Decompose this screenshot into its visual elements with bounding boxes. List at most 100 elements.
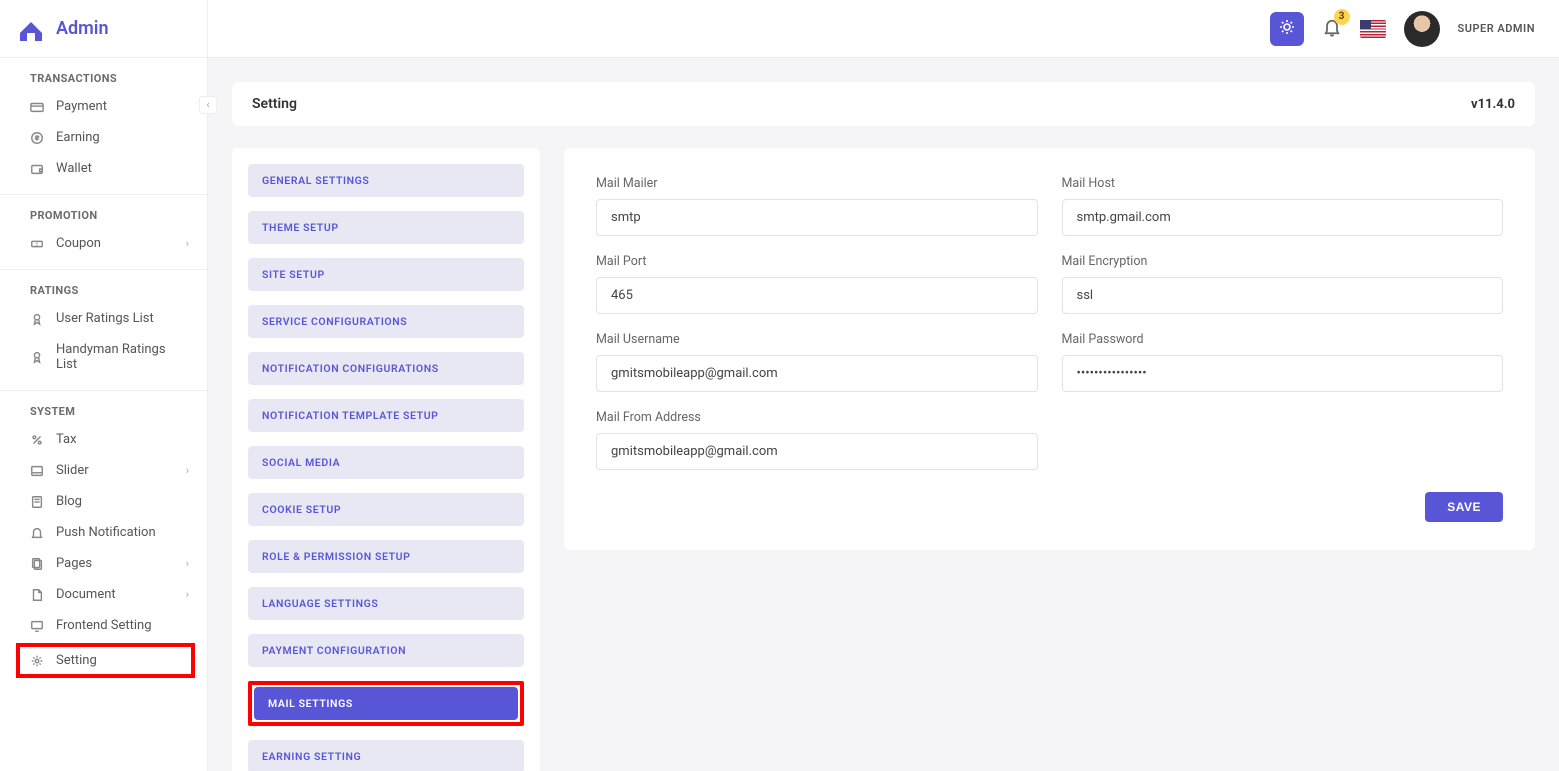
sidebar-item-slider[interactable]: Slider › xyxy=(0,455,207,486)
language-flag-button[interactable] xyxy=(1360,20,1386,38)
nav-section-title: RATINGS xyxy=(0,270,207,303)
tab-earning-setting[interactable]: EARNING SETTING xyxy=(248,740,524,771)
form-group-mail-username: Mail Username xyxy=(596,332,1038,392)
sidebar-item-document[interactable]: Document › xyxy=(0,579,207,610)
coupon-icon xyxy=(30,237,44,251)
sidebar-item-wallet[interactable]: Wallet xyxy=(0,153,207,184)
sidebar-item-label: Push Notification xyxy=(56,525,156,540)
input-mail-username[interactable] xyxy=(596,355,1038,392)
percent-icon xyxy=(30,433,44,447)
sidebar-item-label: Payment xyxy=(56,99,107,114)
sidebar-item-label: Slider xyxy=(56,463,89,478)
main-content: Setting v11.4.0 GENERAL SETTINGS THEME S… xyxy=(208,58,1559,771)
topbar: 3 SUPER ADMIN xyxy=(208,0,1559,58)
form-group-mail-port: Mail Port xyxy=(596,254,1038,314)
label-mail-host: Mail Host xyxy=(1062,176,1504,191)
sidebar-item-label: Earning xyxy=(56,130,100,145)
input-mail-port[interactable] xyxy=(596,277,1038,314)
sidebar-collapse-button[interactable]: ‹ xyxy=(199,96,217,114)
sidebar-item-setting[interactable]: Setting xyxy=(16,643,195,678)
notification-badge: 3 xyxy=(1334,9,1350,25)
badge-icon xyxy=(30,350,44,364)
sidebar-item-push-notification[interactable]: Push Notification xyxy=(0,517,207,548)
input-mail-host[interactable] xyxy=(1062,199,1504,236)
sidebar-item-coupon[interactable]: Coupon › xyxy=(0,228,207,259)
tab-role-permission[interactable]: ROLE & PERMISSION SETUP xyxy=(248,540,524,573)
avatar[interactable] xyxy=(1404,11,1440,47)
settings-tabs: GENERAL SETTINGS THEME SETUP SITE SETUP … xyxy=(232,148,540,771)
sidebar-item-handyman-ratings[interactable]: Handyman Ratings List xyxy=(0,334,207,380)
sidebar-header: Admin xyxy=(0,0,207,58)
sidebar-item-label: Blog xyxy=(56,494,82,509)
sidebar-item-label: Pages xyxy=(56,556,92,571)
input-mail-from[interactable] xyxy=(596,433,1038,470)
tab-site-setup[interactable]: SITE SETUP xyxy=(248,258,524,291)
gear-icon xyxy=(30,654,44,668)
sidebar-item-label: User Ratings List xyxy=(56,311,154,326)
sidebar-item-label: Handyman Ratings List xyxy=(56,342,166,372)
notification-button[interactable]: 3 xyxy=(1322,17,1342,41)
form-group-mail-password: Mail Password xyxy=(1062,332,1504,392)
wallet-icon xyxy=(30,162,44,176)
chevron-right-icon: › xyxy=(186,464,189,477)
nav-section-title: PROMOTION xyxy=(0,195,207,228)
chevron-right-icon: › xyxy=(186,588,189,601)
label-mail-encryption: Mail Encryption xyxy=(1062,254,1504,269)
sidebar-item-payment[interactable]: Payment xyxy=(0,91,207,122)
tab-general-settings[interactable]: GENERAL SETTINGS xyxy=(248,164,524,197)
nav-section-ratings: RATINGS User Ratings List Handyman Ratin… xyxy=(0,270,207,391)
page-header: Setting v11.4.0 xyxy=(232,82,1535,126)
highlight-box: MAIL SETTINGS xyxy=(248,681,524,726)
brand-name: Admin xyxy=(56,18,109,39)
tab-mail-settings[interactable]: MAIL SETTINGS xyxy=(254,687,518,720)
label-mail-password: Mail Password xyxy=(1062,332,1504,347)
tab-notification-configurations[interactable]: NOTIFICATION CONFIGURATIONS xyxy=(248,352,524,385)
nav-section-title: SYSTEM xyxy=(0,391,207,424)
sidebar-item-earning[interactable]: Earning xyxy=(0,122,207,153)
label-mail-mailer: Mail Mailer xyxy=(596,176,1038,191)
pages-icon xyxy=(30,557,44,571)
nav-section-transactions: TRANSACTIONS Payment Earning Wallet xyxy=(0,58,207,195)
nav-section-system: SYSTEM Tax Slider › Blog Push Notificati… xyxy=(0,391,207,690)
form-group-mail-from: Mail From Address xyxy=(596,410,1038,470)
sidebar-item-frontend-setting[interactable]: Frontend Setting xyxy=(0,610,207,641)
badge-icon xyxy=(30,312,44,326)
card-icon xyxy=(30,100,44,114)
monitor-icon xyxy=(30,619,44,633)
sidebar-item-tax[interactable]: Tax xyxy=(0,424,207,455)
document-icon xyxy=(30,588,44,602)
input-mail-encryption[interactable] xyxy=(1062,277,1504,314)
tab-service-configurations[interactable]: SERVICE CONFIGURATIONS xyxy=(248,305,524,338)
save-button[interactable]: SAVE xyxy=(1425,492,1503,522)
tab-theme-setup[interactable]: THEME SETUP xyxy=(248,211,524,244)
bell-icon xyxy=(30,526,44,540)
bell-icon xyxy=(1322,25,1342,41)
sidebar-item-pages[interactable]: Pages › xyxy=(0,548,207,579)
sidebar-item-label: Setting xyxy=(56,653,97,668)
label-mail-from: Mail From Address xyxy=(596,410,1038,425)
sidebar-item-label: Tax xyxy=(56,432,77,447)
tab-payment-configuration[interactable]: PAYMENT CONFIGURATION xyxy=(248,634,524,667)
tab-social-media[interactable]: SOCIAL MEDIA xyxy=(248,446,524,479)
blog-icon xyxy=(30,495,44,509)
tab-language-settings[interactable]: LANGUAGE SETTINGS xyxy=(248,587,524,620)
sidebar-item-label: Frontend Setting xyxy=(56,618,152,633)
version-label: v11.4.0 xyxy=(1471,97,1515,112)
sidebar-item-blog[interactable]: Blog xyxy=(0,486,207,517)
tab-notification-template[interactable]: NOTIFICATION TEMPLATE SETUP xyxy=(248,399,524,432)
chevron-right-icon: › xyxy=(186,557,189,570)
input-mail-mailer[interactable] xyxy=(596,199,1038,236)
dollar-icon xyxy=(30,131,44,145)
form-group-mail-host: Mail Host xyxy=(1062,176,1504,236)
user-name[interactable]: SUPER ADMIN xyxy=(1458,22,1536,35)
sidebar-item-user-ratings[interactable]: User Ratings List xyxy=(0,303,207,334)
sidebar: Admin TRANSACTIONS Payment Earning Walle… xyxy=(0,0,208,771)
sidebar-item-label: Coupon xyxy=(56,236,101,251)
label-mail-port: Mail Port xyxy=(596,254,1038,269)
input-mail-password[interactable] xyxy=(1062,355,1504,392)
tab-cookie-setup[interactable]: COOKIE SETUP xyxy=(248,493,524,526)
form-actions: SAVE xyxy=(596,492,1503,522)
theme-toggle-button[interactable] xyxy=(1270,12,1304,46)
label-mail-username: Mail Username xyxy=(596,332,1038,347)
page-title: Setting xyxy=(252,96,297,112)
